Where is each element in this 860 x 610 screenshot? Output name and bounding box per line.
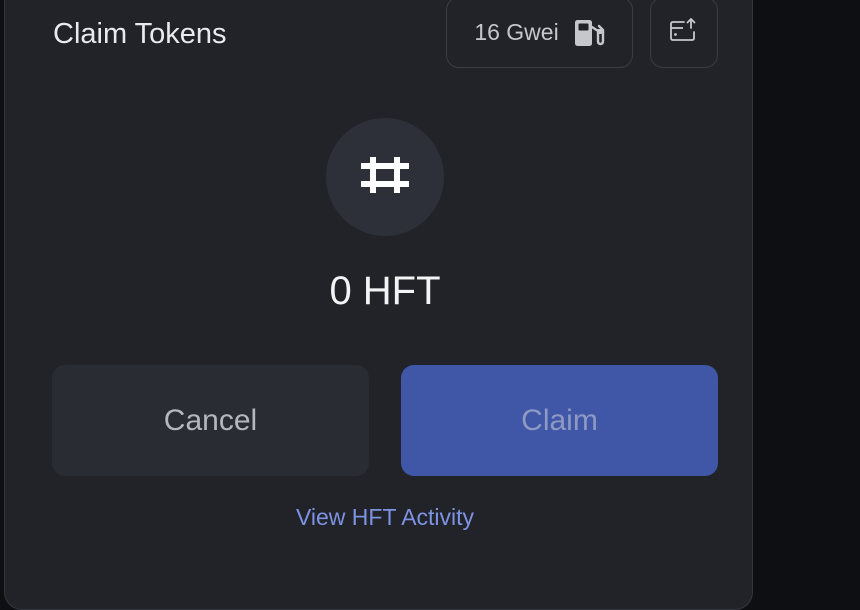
gas-price-label: 16 Gwei [474,19,559,45]
claim-tokens-modal: Claim Tokens 16 Gwei 0 HFT Cancel Claim … [4,0,753,610]
hashflow-icon [361,156,409,198]
modal-title: Claim Tokens [53,18,227,50]
gas-price-button[interactable]: 16 Gwei [446,0,633,68]
export-button[interactable] [650,0,718,68]
token-logo [326,118,444,236]
gas-pump-icon [573,18,605,48]
cancel-button[interactable]: Cancel [52,365,369,476]
claim-button[interactable]: Claim [401,365,718,476]
wallet-export-icon [669,17,699,48]
token-amount: 0 HFT [329,269,441,313]
view-activity-link[interactable]: View HFT Activity [5,502,765,532]
